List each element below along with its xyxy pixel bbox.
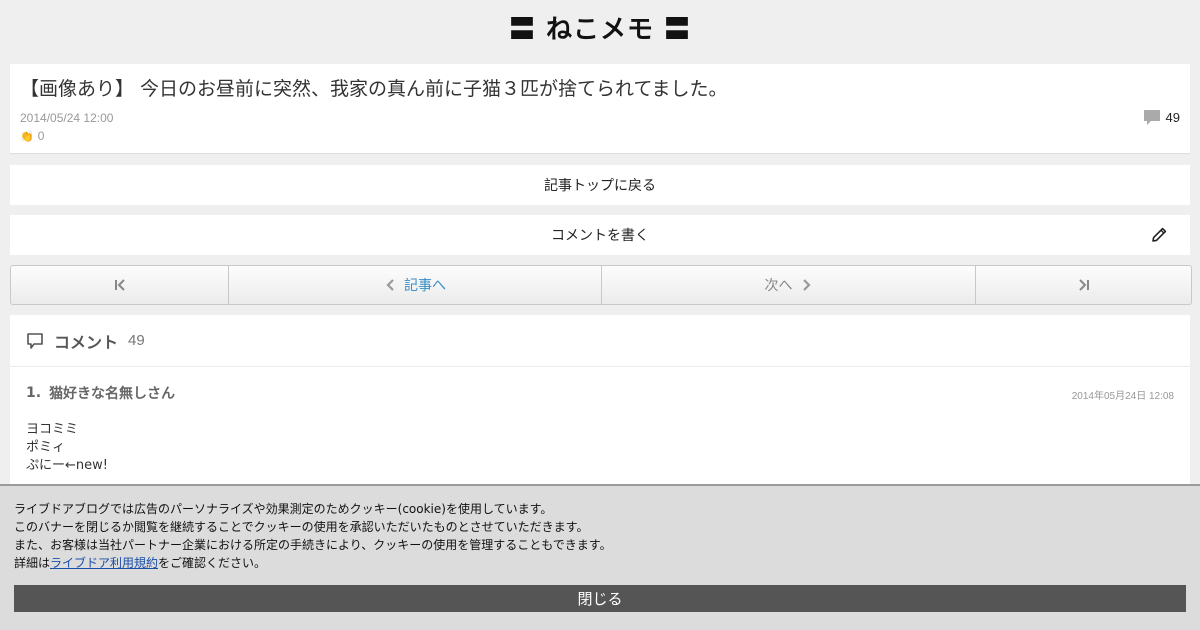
speech-bubble-icon <box>27 332 43 349</box>
comments-section: コメント 49 1. 猫好きな名無しさん 2014年05月24日 12:08 ヨ… <box>10 315 1190 485</box>
cookie-line4-prefix: 詳細は <box>14 556 51 570</box>
skip-first-icon <box>114 279 125 291</box>
site-title[interactable]: 〓 ねこメモ 〓 <box>509 9 691 46</box>
site-header: 〓 ねこメモ 〓 <box>0 0 1200 54</box>
skip-last-icon <box>1078 279 1089 291</box>
next-article-button[interactable]: 次へ <box>602 266 976 304</box>
comment-body: ヨコミミ ポミィ ぷにー←new! <box>26 421 1174 475</box>
article-comment-count[interactable]: 49 <box>1143 110 1180 125</box>
next-article-label: 次へ <box>764 278 793 294</box>
clap-icon: 👏 <box>20 130 34 143</box>
comments-count: 49 <box>128 332 145 349</box>
article-pager: 記事へ 次へ <box>10 265 1192 305</box>
comment-meta: 1. 猫好きな名無しさん <box>26 383 1174 403</box>
clap-counter[interactable]: 👏 0 <box>20 129 44 143</box>
comment-number[interactable]: 1. <box>26 385 41 401</box>
comment-time: 2014年05月24日 12:08 <box>1071 391 1174 402</box>
cookie-line: また、お客様は当社パートナー企業における所定の手続きにより、クッキーの使用を管理… <box>14 538 612 552</box>
comment-item: 1. 猫好きな名無しさん 2014年05月24日 12:08 ヨコミミ ポミィ … <box>10 367 1190 475</box>
comment-author: 猫好きな名無しさん <box>49 386 176 402</box>
comment-line: ポミィ <box>26 440 66 455</box>
write-comment-button[interactable]: コメントを書く <box>10 215 1190 255</box>
article-title: 【画像あり】 今日のお昼前に突然、我家の真ん前に子猫３匹が捨てられてました。 <box>20 78 728 100</box>
article-header: 【画像あり】 今日のお昼前に突然、我家の真ん前に子猫３匹が捨てられてました。 2… <box>10 64 1190 154</box>
close-banner-button[interactable]: 閉じる <box>14 585 1186 612</box>
prev-article-label: 記事へ <box>404 278 446 294</box>
last-page-button[interactable] <box>976 266 1191 304</box>
cookie-notice-text: ライブドアブログでは広告のパーソナライズや効果測定のためクッキー(cookie)… <box>14 500 1186 572</box>
comment-line: ヨコミミ <box>26 422 79 437</box>
chevron-right-icon <box>802 279 811 291</box>
back-to-top-button[interactable]: 記事トップに戻る <box>10 165 1190 205</box>
cookie-line: ライブドアブログでは広告のパーソナライズや効果測定のためクッキー(cookie)… <box>14 502 553 516</box>
cookie-line4-suffix: をご確認ください。 <box>158 556 267 570</box>
article-date: 2014/05/24 12:00 <box>20 111 114 125</box>
cookie-line: 詳細はライブドア利用規約をご確認ください。 <box>14 554 1186 572</box>
back-to-top-label: 記事トップに戻る <box>544 178 656 194</box>
comments-heading: コメント <box>54 332 119 352</box>
first-page-button[interactable] <box>11 266 229 304</box>
pencil-icon <box>1152 227 1167 242</box>
cookie-banner: ライブドアブログでは広告のパーソナライズや効果測定のためクッキー(cookie)… <box>0 484 1200 630</box>
comment-line: ぷにー←new! <box>26 458 108 473</box>
comment-bubble-icon <box>1143 110 1160 125</box>
terms-link[interactable]: ライブドア利用規約 <box>50 556 158 570</box>
chevron-left-icon <box>386 279 394 291</box>
write-comment-label: コメントを書く <box>551 228 649 244</box>
clap-count: 0 <box>37 129 45 143</box>
prev-article-button[interactable]: 記事へ <box>229 266 602 304</box>
comments-header: コメント 49 <box>10 315 1190 367</box>
comment-count: 49 <box>1165 110 1180 125</box>
cookie-line: このバナーを閉じるか閲覧を継続することでクッキーの使用を承認いただいたものとさせ… <box>14 520 589 534</box>
